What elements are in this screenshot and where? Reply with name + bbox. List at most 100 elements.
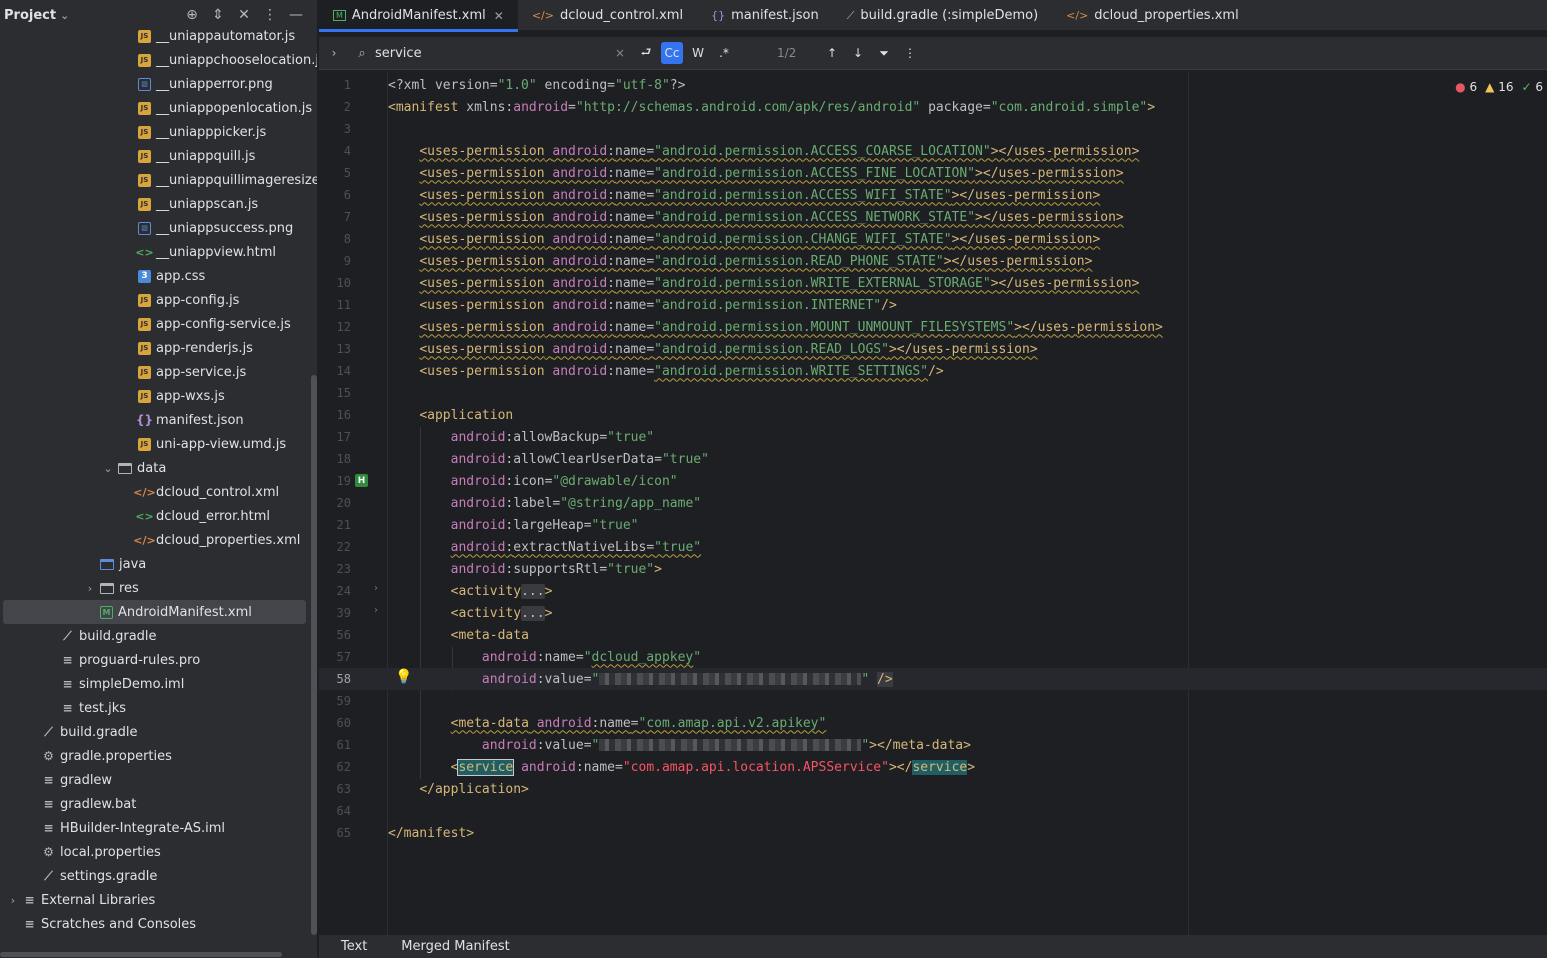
gutter-cell[interactable] bbox=[351, 646, 388, 668]
tree-item[interactable]: ▨ __uniappsuccess.png bbox=[0, 216, 306, 240]
code-line[interactable]: 60 <meta-data android:name="com.amap.api… bbox=[319, 712, 1547, 734]
code-line[interactable]: 62 <service android:name="com.amap.api.l… bbox=[319, 756, 1547, 778]
code-line[interactable]: 17 android:allowBackup="true" bbox=[319, 426, 1547, 448]
code-line[interactable]: 22 android:extractNativeLibs="true" bbox=[319, 536, 1547, 558]
code-line[interactable]: 23 android:supportsRtl="true"> bbox=[319, 558, 1547, 580]
next-match-icon[interactable]: ↓ bbox=[847, 42, 869, 64]
gutter-cell[interactable] bbox=[351, 690, 388, 712]
tree-item[interactable]: ⚙ gradle.properties bbox=[0, 744, 306, 768]
close-tab-icon[interactable]: ✕ bbox=[494, 9, 504, 23]
code-editor[interactable]: 1 <?xml version="1.0" encoding="utf-8"?> 2… bbox=[319, 71, 1547, 935]
filter-icon[interactable]: ⏷ bbox=[873, 42, 895, 64]
tree-item[interactable]: JS __uniappchooselocation.js bbox=[0, 48, 317, 72]
previous-match-icon[interactable]: ↑ bbox=[821, 42, 843, 64]
gutter-cell[interactable] bbox=[351, 140, 388, 162]
tree-item[interactable]: › res bbox=[0, 576, 306, 600]
code-line[interactable]: 14 <uses-permission android:name="androi… bbox=[319, 360, 1547, 382]
tree-item[interactable]: JS app-service.js bbox=[0, 360, 306, 384]
inspection-widget[interactable]: ● 6 ▲ 16 ✓ 6 bbox=[1455, 80, 1543, 94]
regex-toggle[interactable]: .* bbox=[713, 42, 735, 64]
tree-item[interactable]: JS __uniappautomator.js bbox=[0, 24, 306, 48]
code-line[interactable]: 13 <uses-permission android:name="androi… bbox=[319, 338, 1547, 360]
code-line[interactable]: 56 <meta-data bbox=[319, 624, 1547, 646]
gutter-cell[interactable] bbox=[351, 404, 388, 426]
find-input[interactable] bbox=[375, 45, 605, 61]
project-view-selector[interactable]: Project bbox=[4, 8, 56, 23]
gutter-cell[interactable] bbox=[351, 624, 388, 646]
tree-item[interactable]: JS app-config-service.js bbox=[0, 312, 306, 336]
tree-item[interactable]: <> dcloud_error.html bbox=[0, 504, 306, 528]
tree-item[interactable]: › ≡ External Libraries bbox=[0, 888, 306, 912]
fold-expand-icon[interactable]: › bbox=[374, 605, 378, 616]
error-count[interactable]: ● 6 bbox=[1455, 80, 1477, 94]
tree-item[interactable]: </> dcloud_control.xml bbox=[0, 480, 306, 504]
clear-search-icon[interactable]: × bbox=[609, 42, 631, 64]
search-history-icon[interactable]: ⌕ bbox=[349, 46, 375, 61]
editor-tab[interactable]: </> dcloud_control.xml bbox=[518, 0, 697, 31]
gutter-cell[interactable]: › bbox=[351, 580, 388, 602]
gutter-cell[interactable] bbox=[351, 448, 388, 470]
tree-item[interactable]: 3 app.css bbox=[0, 264, 306, 288]
gutter-cell[interactable] bbox=[351, 426, 388, 448]
gutter-cell[interactable] bbox=[351, 822, 388, 844]
gutter-cell[interactable] bbox=[351, 536, 388, 558]
whole-words-toggle[interactable]: W bbox=[687, 42, 709, 64]
tab-text[interactable]: Text bbox=[330, 939, 378, 954]
gutter-cell[interactable] bbox=[351, 250, 388, 272]
tree-item[interactable]: JS __uniappopenlocation.js bbox=[0, 96, 312, 120]
tree-item[interactable]: ≡ proguard-rules.pro bbox=[0, 648, 306, 672]
tree-item[interactable]: ≡ gradlew.bat bbox=[0, 792, 306, 816]
code-line[interactable]: 5 <uses-permission android:name="android… bbox=[319, 162, 1547, 184]
code-line[interactable]: 57 android:name="dcloud_appkey" bbox=[319, 646, 1547, 668]
gutter-cell[interactable] bbox=[351, 184, 388, 206]
code-line[interactable]: 11 <uses-permission android:name="androi… bbox=[319, 294, 1547, 316]
code-line[interactable]: 20 android:label="@string/app_name" bbox=[319, 492, 1547, 514]
code-line[interactable]: 65 </manifest> bbox=[319, 822, 1547, 844]
tree-item[interactable]: ⟋ build.gradle bbox=[0, 720, 306, 744]
chevron-down-icon[interactable]: ⌄ bbox=[100, 462, 116, 475]
project-horizontal-scrollbar[interactable] bbox=[0, 952, 282, 957]
code-line[interactable]: 9 <uses-permission android:name="android… bbox=[319, 250, 1547, 272]
gutter-cell[interactable] bbox=[351, 294, 388, 316]
tree-item[interactable]: JS __uniappquillimageresize.js bbox=[0, 168, 317, 192]
gutter-cell[interactable]: H bbox=[351, 470, 388, 492]
gutter-cell[interactable] bbox=[351, 316, 388, 338]
icon-preview-icon[interactable]: H bbox=[355, 474, 368, 487]
expand-collapse-icon[interactable]: ⇕ bbox=[209, 7, 227, 23]
tree-item[interactable]: </> dcloud_properties.xml bbox=[0, 528, 306, 552]
editor-tab[interactable]: ⟋ build.gradle (:simpleDemo) bbox=[833, 0, 1052, 31]
gutter-cell[interactable] bbox=[351, 206, 388, 228]
chevron-right-icon[interactable]: › bbox=[82, 582, 98, 595]
code-line[interactable]: 64 bbox=[319, 800, 1547, 822]
tab-merged-manifest[interactable]: Merged Manifest bbox=[390, 939, 520, 954]
options-icon[interactable]: ⋮ bbox=[261, 7, 279, 23]
code-line[interactable]: 58 💡 android:value=" " /> bbox=[319, 668, 1547, 690]
tree-item[interactable]: JS app-config.js bbox=[0, 288, 306, 312]
code-line[interactable]: 61 android:value=" "></meta-data> bbox=[319, 734, 1547, 756]
gutter-cell[interactable] bbox=[351, 514, 388, 536]
tree-item[interactable]: {} manifest.json bbox=[0, 408, 306, 432]
tree-item[interactable]: <> __uniappview.html bbox=[0, 240, 306, 264]
tree-item[interactable]: ≡ simpleDemo.iml bbox=[0, 672, 306, 696]
gutter-cell[interactable] bbox=[351, 492, 388, 514]
tree-item[interactable]: ≡ test.jks bbox=[0, 696, 306, 720]
gutter-cell[interactable] bbox=[351, 800, 388, 822]
editor-tab[interactable]: {} manifest.json bbox=[697, 0, 833, 31]
code-line[interactable]: 3 bbox=[319, 118, 1547, 140]
fold-expand-icon[interactable]: › bbox=[374, 583, 378, 594]
tree-item[interactable]: ⟋ settings.gradle bbox=[0, 864, 306, 888]
expand-replace-icon[interactable]: › bbox=[319, 46, 349, 60]
code-line[interactable]: 8 <uses-permission android:name="android… bbox=[319, 228, 1547, 250]
tree-item[interactable]: java bbox=[0, 552, 306, 576]
code-line[interactable]: 7 <uses-permission android:name="android… bbox=[319, 206, 1547, 228]
gutter-cell[interactable] bbox=[351, 360, 388, 382]
gutter-cell[interactable] bbox=[351, 228, 388, 250]
gutter-cell[interactable] bbox=[351, 734, 388, 756]
tree-item[interactable]: ⌄ data bbox=[0, 456, 306, 480]
gutter-cell[interactable] bbox=[351, 74, 388, 96]
gutter-cell[interactable] bbox=[351, 756, 388, 778]
code-line[interactable]: 1 <?xml version="1.0" encoding="utf-8"?> bbox=[319, 74, 1547, 96]
tree-item[interactable]: ≡ Scratches and Consoles bbox=[0, 912, 306, 936]
code-line[interactable]: 24 › <activity...> bbox=[319, 580, 1547, 602]
code-line[interactable]: 21 android:largeHeap="true" bbox=[319, 514, 1547, 536]
